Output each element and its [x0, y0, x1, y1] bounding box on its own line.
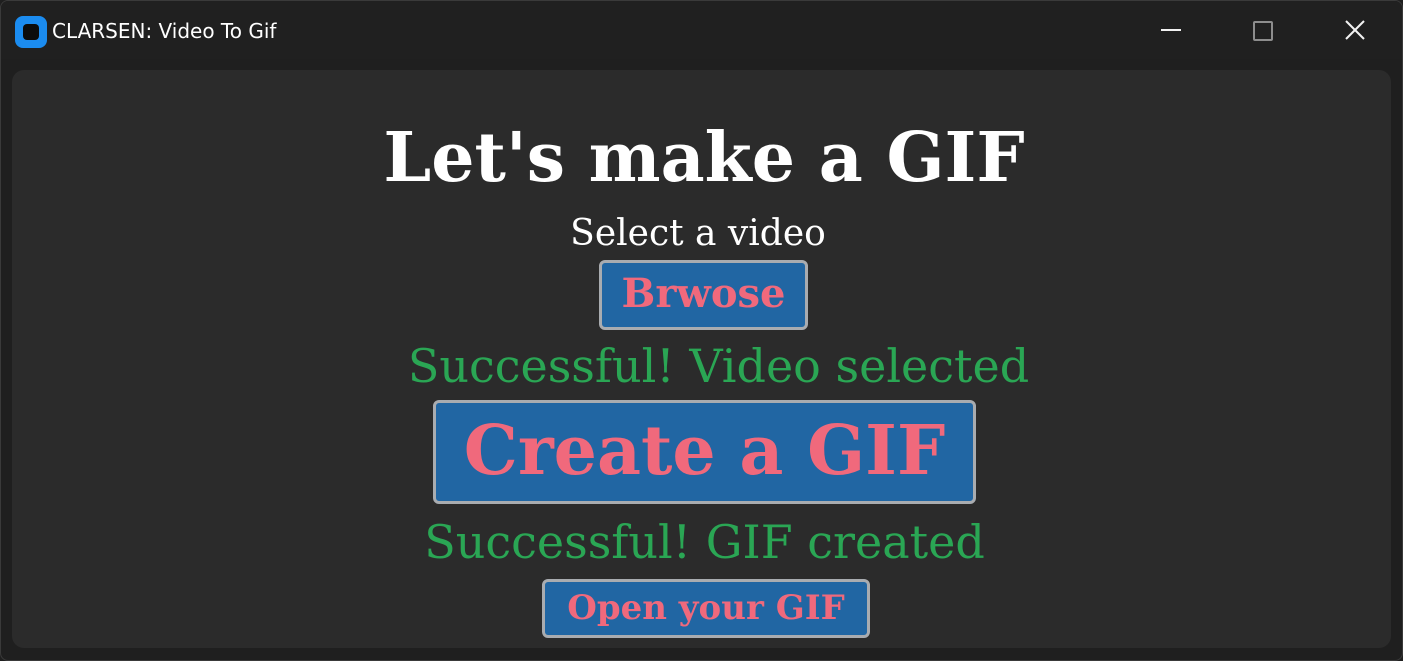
page-heading: Let's make a GIF [383, 118, 1025, 198]
minimize-button[interactable] [1125, 1, 1217, 59]
app-icon-inner [23, 24, 39, 40]
title-bar[interactable]: CLARSEN: Video To Gif [1, 1, 1402, 59]
maximize-icon [1253, 21, 1273, 41]
main-content: Let's make a GIF Select a video Brwose S… [12, 70, 1391, 648]
close-button[interactable] [1309, 1, 1401, 59]
app-window: CLARSEN: Video To Gif Let's make a GIF S… [0, 0, 1403, 661]
browse-button[interactable]: Brwose [599, 260, 808, 330]
gif-created-status: Successful! GIF created [424, 515, 985, 569]
open-gif-button[interactable]: Open your GIF [542, 579, 870, 638]
create-gif-button[interactable]: Create a GIF [433, 400, 976, 504]
app-icon [15, 16, 47, 48]
video-selected-status: Successful! Video selected [407, 339, 1030, 393]
minimize-icon [1161, 29, 1181, 31]
select-video-label: Select a video [570, 213, 826, 254]
window-title: CLARSEN: Video To Gif [52, 19, 277, 43]
maximize-button[interactable] [1217, 1, 1309, 59]
close-icon [1345, 20, 1365, 40]
